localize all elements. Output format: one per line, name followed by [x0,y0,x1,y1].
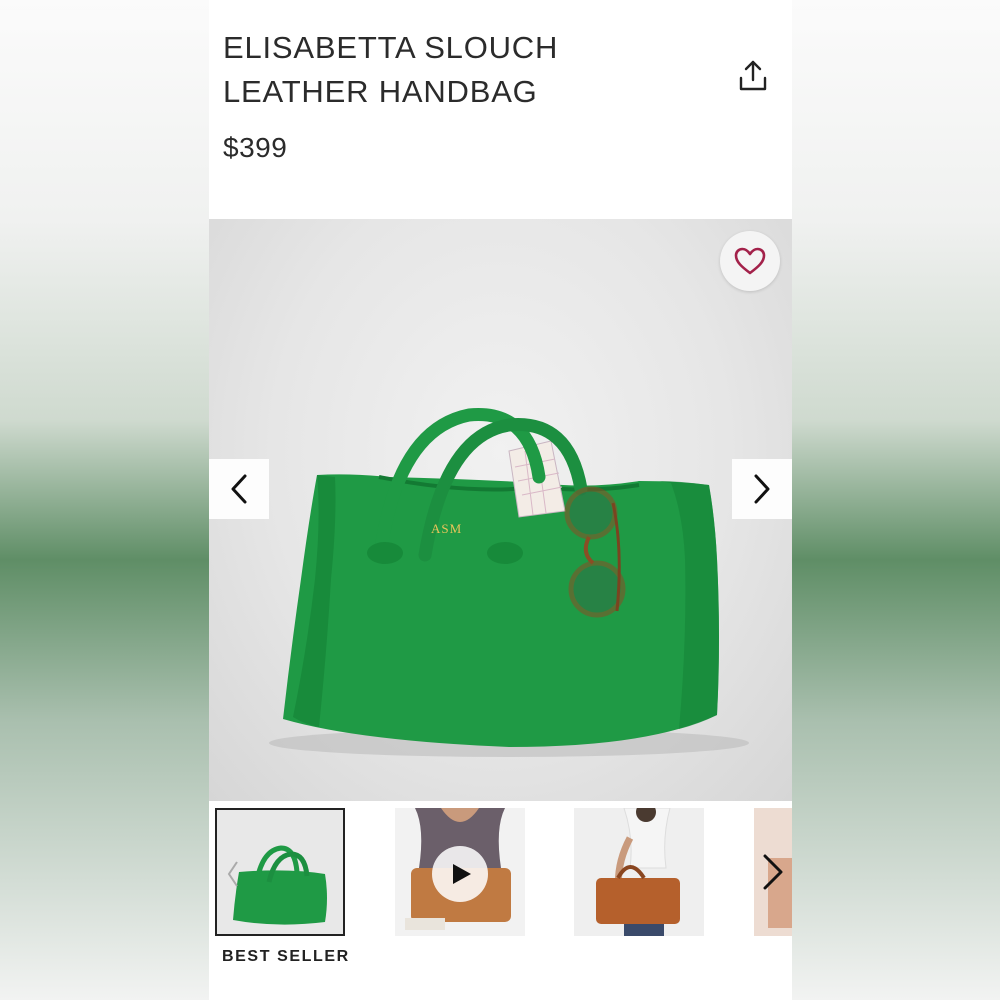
chevron-left-icon [231,474,247,504]
background-left [0,0,209,1000]
product-title: ELISABETTA SLOUCH LEATHER HANDBAG [223,30,559,109]
share-icon [739,60,767,91]
heart-icon [734,247,766,275]
thumbnail-1[interactable] [215,808,345,936]
thumbnail-3[interactable] [574,808,704,936]
thumbnail-strip [209,808,792,938]
chevron-right-icon [754,474,770,504]
monogram: ASM [431,521,462,536]
main-product-image: ASM [269,408,749,757]
product-page: ELISABETTA SLOUCH LEATHER HANDBAG $399 A… [209,0,792,1000]
share-button[interactable] [736,58,770,94]
thumbnail-image-green-bag [217,810,343,934]
background-right [792,0,1000,1000]
best-seller-badge: BEST SELLER [222,948,350,965]
next-image-button[interactable] [732,459,792,519]
chevron-right-icon [763,854,783,890]
play-icon [453,864,471,884]
thumbnail-2-video[interactable] [395,808,525,936]
favorite-button[interactable] [720,231,780,291]
thumbnail-image-model-carrying-bag [574,808,704,936]
thumbnail-next-button[interactable] [757,852,787,892]
previous-image-button[interactable] [209,459,269,519]
product-image-gallery[interactable]: ASM [209,219,792,801]
product-price: $399 [223,132,288,163]
